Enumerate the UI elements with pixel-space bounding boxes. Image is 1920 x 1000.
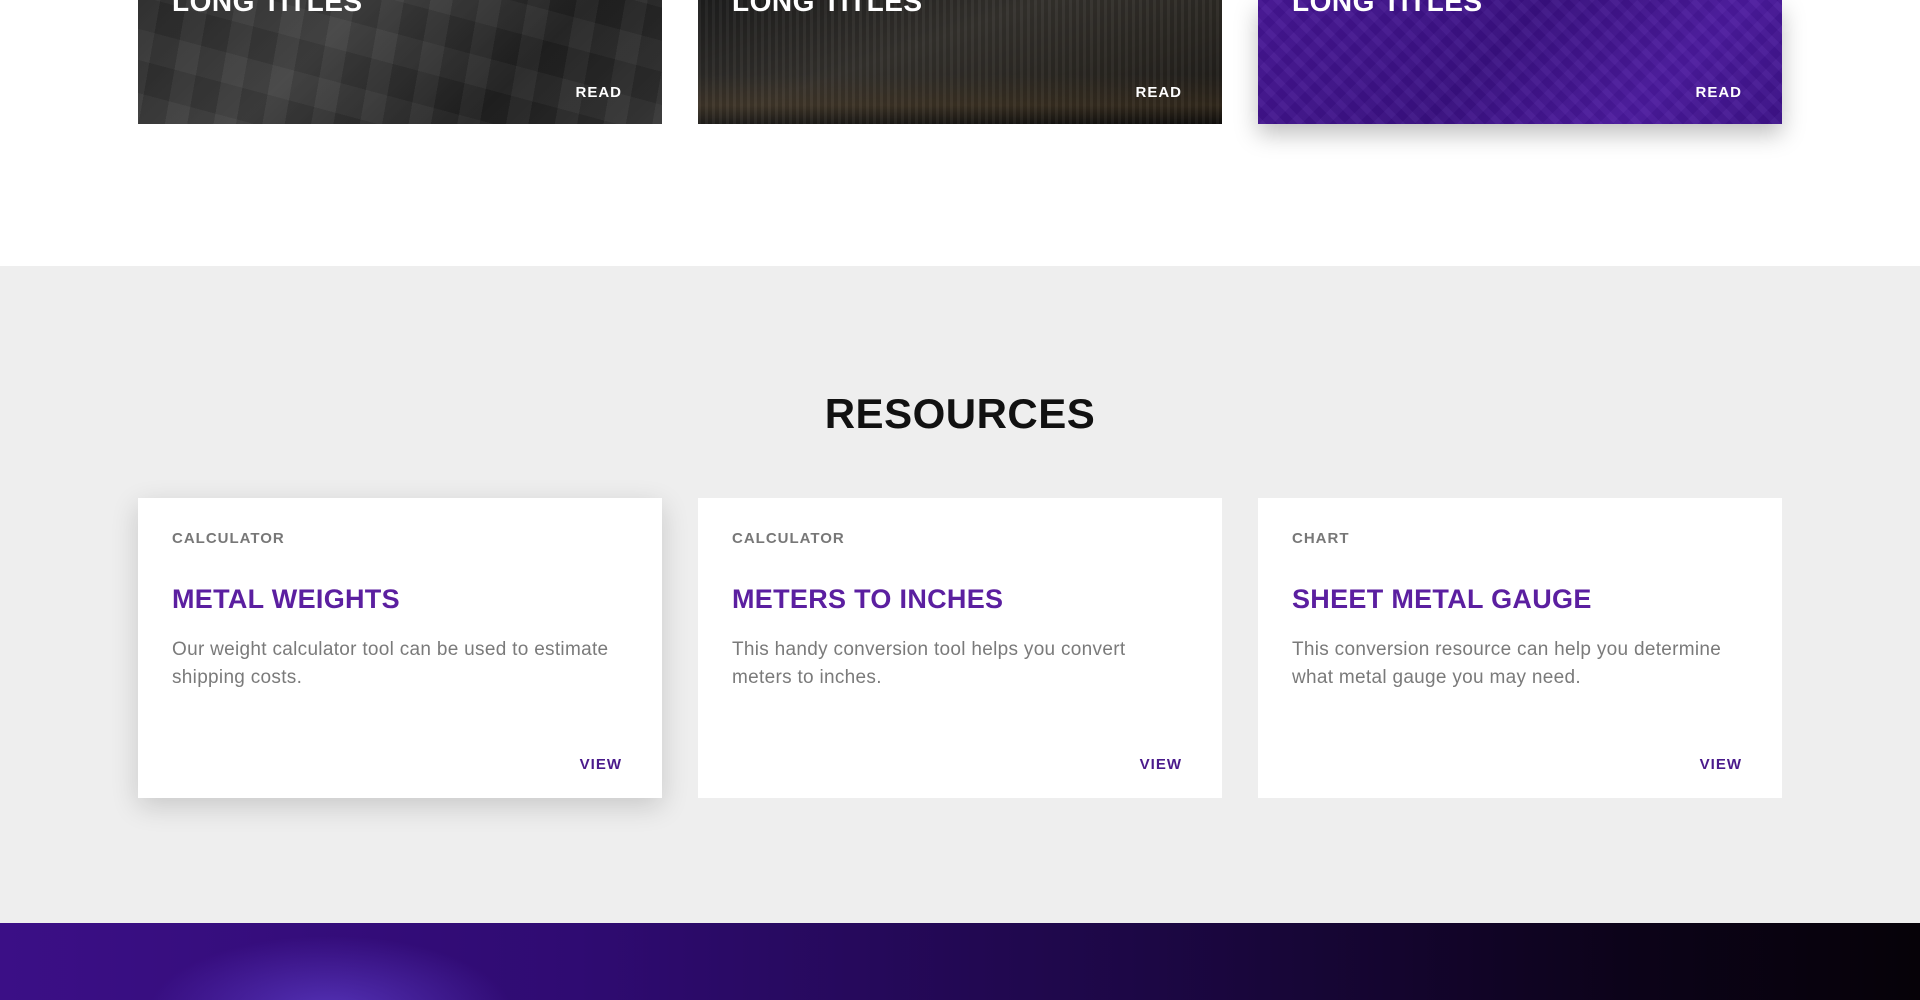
news-card-title: LONG TITLES (172, 0, 363, 17)
news-card-title: LONG TITLES (1292, 0, 1483, 17)
view-link[interactable]: VIEW (1140, 756, 1182, 773)
resource-description: This conversion resource can help you de… (1292, 639, 1722, 688)
resource-title[interactable]: METERS TO INCHES (732, 584, 1003, 615)
read-link[interactable]: READ (1695, 84, 1742, 101)
resource-description: This handy conversion tool helps you con… (732, 639, 1126, 688)
news-card[interactable]: LONG TITLES READ (698, 0, 1222, 124)
resource-category: CHART (1292, 530, 1350, 547)
resource-category: CALCULATOR (172, 530, 285, 547)
chevron-right-icon[interactable]: › (1812, 0, 1826, 3)
news-card[interactable]: LONG TITLES READ (1258, 0, 1782, 124)
resource-category: CALCULATOR (732, 530, 845, 547)
read-link[interactable]: READ (1135, 84, 1182, 101)
section-title: RESOURCES (824, 390, 1096, 437)
resource-title[interactable]: SHEET METAL GAUGE (1292, 584, 1592, 615)
view-link[interactable]: VIEW (1700, 756, 1742, 773)
resource-card-metal-weights[interactable]: CALCULATOR METAL WEIGHTS Our weight calc… (138, 498, 662, 798)
view-link[interactable]: VIEW (580, 756, 622, 773)
read-link[interactable]: READ (575, 84, 622, 101)
news-card[interactable]: LONG TITLES READ (138, 0, 662, 124)
resource-description: Our weight calculator tool can be used t… (172, 639, 609, 688)
news-carousel: ‹ › LONG TITLES READ LONG TITLES READ LO… (0, 0, 1920, 266)
chevron-left-icon[interactable]: ‹ (96, 0, 110, 3)
resources-section: RESOURCES CALCULATOR METAL WEIGHTS Our w… (0, 266, 1920, 923)
footer-banner (0, 923, 1920, 1000)
resource-title[interactable]: METAL WEIGHTS (172, 584, 400, 615)
resource-card-meters-to-inches[interactable]: CALCULATOR METERS TO INCHES This handy c… (698, 498, 1222, 798)
news-card-title: LONG TITLES (732, 0, 923, 17)
resource-card-sheet-metal-gauge[interactable]: CHART SHEET METAL GAUGE This conversion … (1258, 498, 1782, 798)
